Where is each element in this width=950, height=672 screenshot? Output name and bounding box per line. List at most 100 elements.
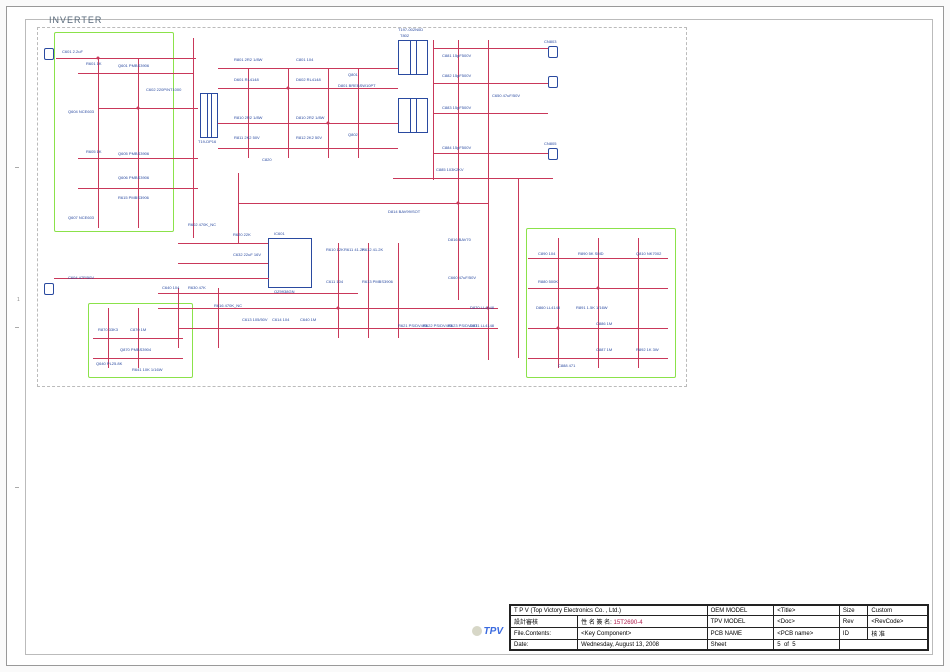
tpv-logo: TPV <box>472 626 503 637</box>
c-label: R892 1K 3W <box>636 348 659 352</box>
c-label: C614 104 <box>272 318 289 322</box>
c-label: R812 2K2 50V <box>296 136 322 140</box>
c-label: Q640 PL25.8K <box>96 362 122 366</box>
junction <box>337 307 340 310</box>
c-label: D870 LL4148 <box>470 306 494 310</box>
tb-date: Wednesday, August 13, 2008 <box>578 640 707 650</box>
tb-file-label: File.Contents: <box>511 628 578 640</box>
label-cn803: CN803 <box>544 40 556 44</box>
c-label: R630 47K <box>188 286 206 290</box>
net <box>393 178 553 179</box>
tb-signed-label: ID <box>839 628 867 640</box>
ic-main <box>268 238 312 288</box>
net <box>178 243 268 244</box>
c-label: C801 104 <box>296 58 313 62</box>
logo-dot-icon <box>472 626 482 636</box>
c-label: R615 PMBS3906 <box>118 196 149 200</box>
net <box>93 338 183 339</box>
tb-sheet-n: 5 of 5 <box>774 640 840 650</box>
tb-design-value: 性 名 簽 名: 15T2690-4 <box>578 616 707 628</box>
c-label: Q810 NK7002 <box>636 252 661 256</box>
c-label: D602 RL4148 <box>296 78 321 82</box>
c-label: R801 2R2 1/8W <box>234 58 262 62</box>
c-label: R616 470K_NC <box>214 304 242 308</box>
tb-pcbn: <PCB name> <box>774 628 840 640</box>
net <box>78 73 193 74</box>
frame-tick <box>15 487 19 488</box>
tb-oem-label: OEM MODEL <box>707 606 774 616</box>
c-label: C881 15pF500V <box>442 54 471 58</box>
c-label: R602 470K_NC <box>188 223 216 227</box>
c-label: D810 2R2 1/8W <box>296 116 324 120</box>
connector-top-left <box>44 48 54 60</box>
tb-pcbn-label: PCB NAME <box>707 628 774 640</box>
c-label: Q870 PMBS3904 <box>120 348 151 352</box>
net <box>368 243 369 338</box>
net <box>518 178 519 358</box>
net <box>288 68 289 158</box>
net <box>358 68 359 158</box>
net <box>433 83 548 84</box>
c-label: C613 105/50V <box>242 318 268 322</box>
c-label: Q801 <box>348 73 358 77</box>
tb-design-label: 設計審核 <box>511 616 578 628</box>
schematic-title: INVERTER <box>49 15 102 25</box>
c-label: C650 47uF/50V <box>492 94 520 98</box>
net <box>328 68 329 158</box>
tb-pcbname-red: 15T2690-4 <box>614 620 643 626</box>
sheet-n: 5 <box>777 642 780 648</box>
net <box>218 68 398 69</box>
c-label: R880 500K <box>538 280 558 284</box>
net <box>218 288 219 348</box>
net <box>78 158 198 159</box>
c-label: Q604 NCE603 <box>68 110 94 114</box>
junction <box>557 327 560 330</box>
c-label: R605 1K <box>86 150 102 154</box>
tb-rev: <RevCode> <box>868 616 928 628</box>
transformer-t802-b <box>398 98 428 133</box>
c-label: R890 5K SMD <box>578 252 604 256</box>
c-label: C886 1M <box>596 322 612 326</box>
tb-company: T P V (Top Victory Electronics Co. , Ltd… <box>511 606 708 616</box>
net <box>193 38 194 238</box>
title-block-table: T P V (Top Victory Electronics Co. , Ltd… <box>510 605 928 650</box>
connector-cn803 <box>548 46 558 58</box>
sheet-total: 5 <box>792 642 795 648</box>
connector-cn604 <box>44 283 54 295</box>
junction <box>327 122 330 125</box>
tb-size-label: Size <box>839 606 867 616</box>
net <box>218 123 398 124</box>
sheet-of: of <box>784 642 789 648</box>
net <box>178 263 268 264</box>
c-label: D814 BAV99/SOT <box>388 210 420 214</box>
c-label: C888 471 <box>558 364 575 368</box>
c-label: R811 2K2 50V <box>234 136 260 140</box>
net <box>178 288 179 348</box>
frame-tick <box>15 327 19 328</box>
junction <box>97 57 100 60</box>
junction <box>137 107 140 110</box>
c-label: C820 <box>262 158 272 162</box>
junction <box>597 287 600 290</box>
label-t802: T802 <box>400 34 409 38</box>
net <box>238 203 488 204</box>
c-label: Q601 PMBS3906 <box>118 64 149 68</box>
schematic-area: T19-DP16 T802 T197-002N0D OZ9938GN IC601… <box>37 27 687 387</box>
net <box>98 58 99 228</box>
label-ic-ref: IC601 <box>274 232 285 236</box>
c-label: Q802 <box>348 133 358 137</box>
net <box>98 108 198 109</box>
tb-rev-label: Rev <box>839 616 867 628</box>
c-label: C887 1M <box>596 348 612 352</box>
c-label: R620 22K <box>233 233 251 237</box>
c-label: D816 BAV70 <box>448 238 471 242</box>
label-cn805: CN805 <box>544 142 556 146</box>
c-label: R601 1K <box>86 62 102 66</box>
tb-sign-label: 性 名 簽 名: <box>581 620 612 626</box>
net <box>138 58 139 228</box>
net <box>488 40 489 360</box>
tb-sheet-label: Sheet <box>707 640 774 650</box>
tb-blank <box>839 640 927 650</box>
net <box>218 148 398 149</box>
c-label: R613 PMBS3906 <box>362 280 393 284</box>
